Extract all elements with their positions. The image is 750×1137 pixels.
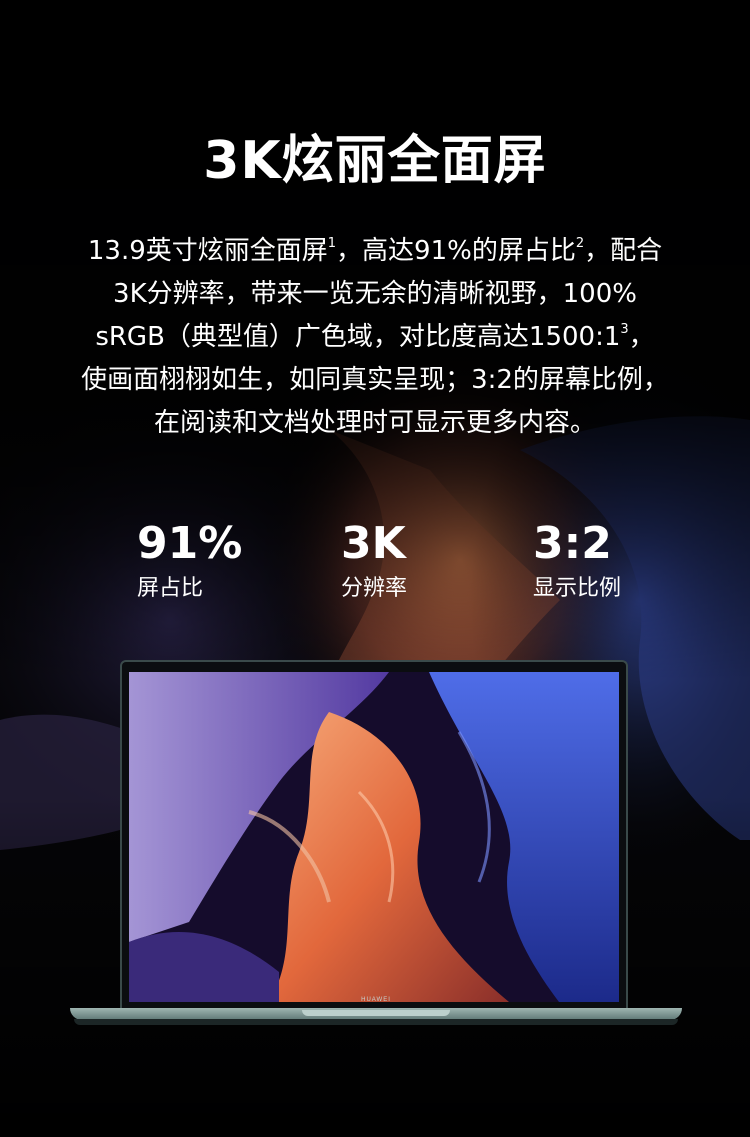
description-text: ，高达91%的屏占比	[336, 236, 576, 266]
stat-value: 3K	[341, 518, 406, 569]
brand-logo: HUAWEI	[361, 997, 391, 1003]
stat-label: 屏占比	[137, 576, 204, 601]
description-text: sRGB（典型值）广色域，对比度高达1500:1	[95, 322, 621, 352]
description-line-1: 13.9英寸炫丽全面屏1，高达91%的屏占比2，配合	[40, 230, 710, 273]
canyon-wallpaper-image	[129, 672, 619, 1002]
description-line-4: 使画面栩栩如生，如同真实呈现；3:2的屏幕比例，	[81, 365, 669, 395]
laptop-notch	[302, 1010, 450, 1016]
description-text: ，配合	[584, 236, 663, 266]
feature-description: 13.9英寸炫丽全面屏1，高达91%的屏占比2，配合 3K分辨率，带来一览无余的…	[40, 230, 710, 445]
stat-value: 3:2	[533, 518, 612, 569]
page: 3K炫丽全面屏 13.9英寸炫丽全面屏1，高达91%的屏占比2，配合 3K分辨率…	[0, 0, 750, 1137]
description-line-3: sRGB（典型值）广色域，对比度高达1500:13，	[40, 316, 710, 359]
description-text: ，	[628, 322, 655, 352]
page-title: 3K炫丽全面屏	[203, 131, 547, 191]
stat-label: 分辨率	[341, 576, 408, 601]
description-line-2: 3K分辨率，带来一览无余的清晰视野，100%	[113, 279, 637, 309]
stat-aspect-ratio: 3:2 显示比例	[533, 518, 621, 604]
laptop-bezel	[120, 660, 628, 1010]
stat-label: 显示比例	[533, 576, 622, 601]
laptop-image: HUAWEI	[70, 660, 682, 1030]
stat-resolution: 3K 分辨率	[341, 518, 407, 604]
footnote-marker: 2	[575, 236, 585, 251]
laptop-screen	[129, 672, 619, 1002]
description-line-5: 在阅读和文档处理时可显示更多内容。	[153, 408, 596, 438]
laptop-base-edge	[74, 1019, 678, 1025]
stat-screen-ratio: 91% 屏占比	[137, 518, 242, 604]
footnote-marker: 1	[327, 236, 337, 251]
footnote-marker: 3	[620, 322, 629, 337]
description-text: 13.9英寸炫丽全面屏	[87, 236, 328, 266]
stat-value: 91%	[137, 518, 243, 569]
spec-stats: 91% 屏占比 3K 分辨率 3:2 显示比例	[0, 518, 750, 618]
